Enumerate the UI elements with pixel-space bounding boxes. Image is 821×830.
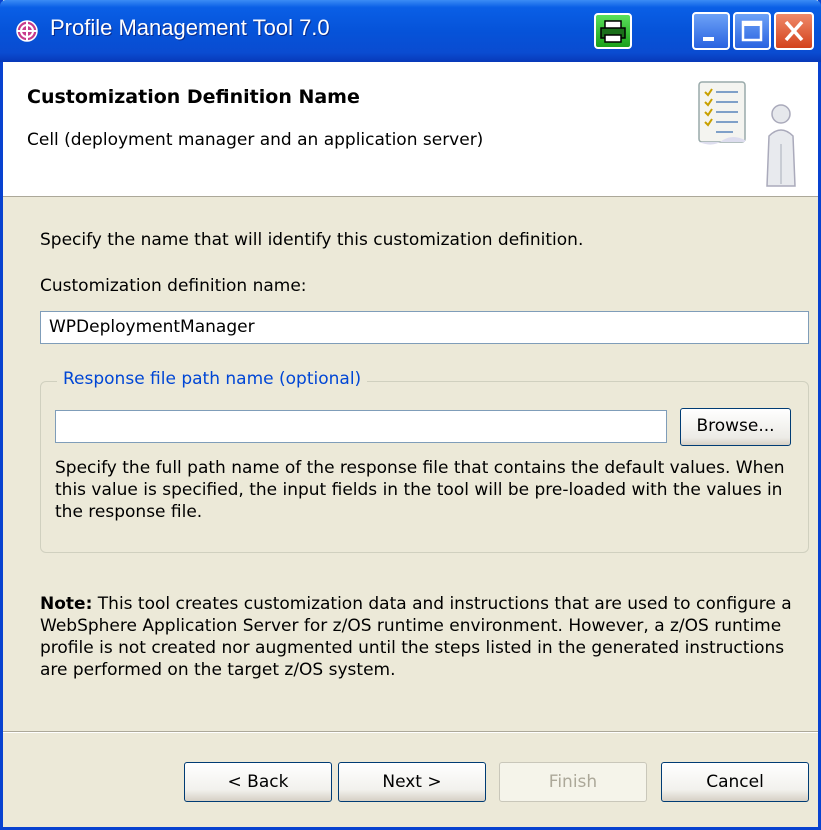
name-label: Customization definition name:: [40, 276, 307, 296]
browse-button[interactable]: Browse...: [680, 408, 791, 446]
profile-tool-icon: [16, 20, 38, 42]
profile-management-window: Profile Management Tool 7.0 Customizatio…: [0, 0, 821, 830]
response-file-legend: Response file path name (optional): [57, 369, 368, 389]
response-file-path-input[interactable]: [55, 410, 667, 443]
note-text: Note: This tool creates customization da…: [40, 593, 810, 681]
intro-text: Specify the name that will identify this…: [40, 230, 584, 250]
wizard-header: Customization Definition Name Cell (depl…: [3, 62, 818, 197]
response-file-description: Specify the full path name of the respon…: [55, 458, 785, 522]
response-file-group: Response file path name (optional) Brows…: [40, 369, 809, 553]
page-title: Customization Definition Name: [27, 86, 360, 108]
back-button[interactable]: < Back: [184, 762, 332, 802]
note-body: This tool creates customization data and…: [40, 594, 792, 680]
printer-icon: [600, 20, 626, 43]
cancel-button[interactable]: Cancel: [661, 762, 809, 802]
finish-button[interactable]: Finish: [499, 762, 647, 802]
title-bar[interactable]: Profile Management Tool 7.0: [0, 0, 821, 62]
minimize-button[interactable]: [692, 12, 730, 50]
next-button[interactable]: Next >: [338, 762, 486, 802]
footer-separator: [3, 731, 818, 733]
note-label: Note:: [40, 594, 93, 614]
page-subtitle: Cell (deployment manager and an applicat…: [27, 130, 484, 150]
checklist-person-icon: [698, 81, 796, 187]
print-button[interactable]: [594, 13, 632, 49]
maximize-button[interactable]: [733, 12, 771, 50]
close-icon: [784, 20, 804, 42]
close-button[interactable]: [774, 12, 814, 50]
maximize-icon: [741, 20, 763, 42]
minimize-icon: [703, 37, 714, 41]
customization-name-input[interactable]: WPDeploymentManager: [40, 311, 809, 344]
window-title: Profile Management Tool 7.0: [50, 15, 330, 40]
